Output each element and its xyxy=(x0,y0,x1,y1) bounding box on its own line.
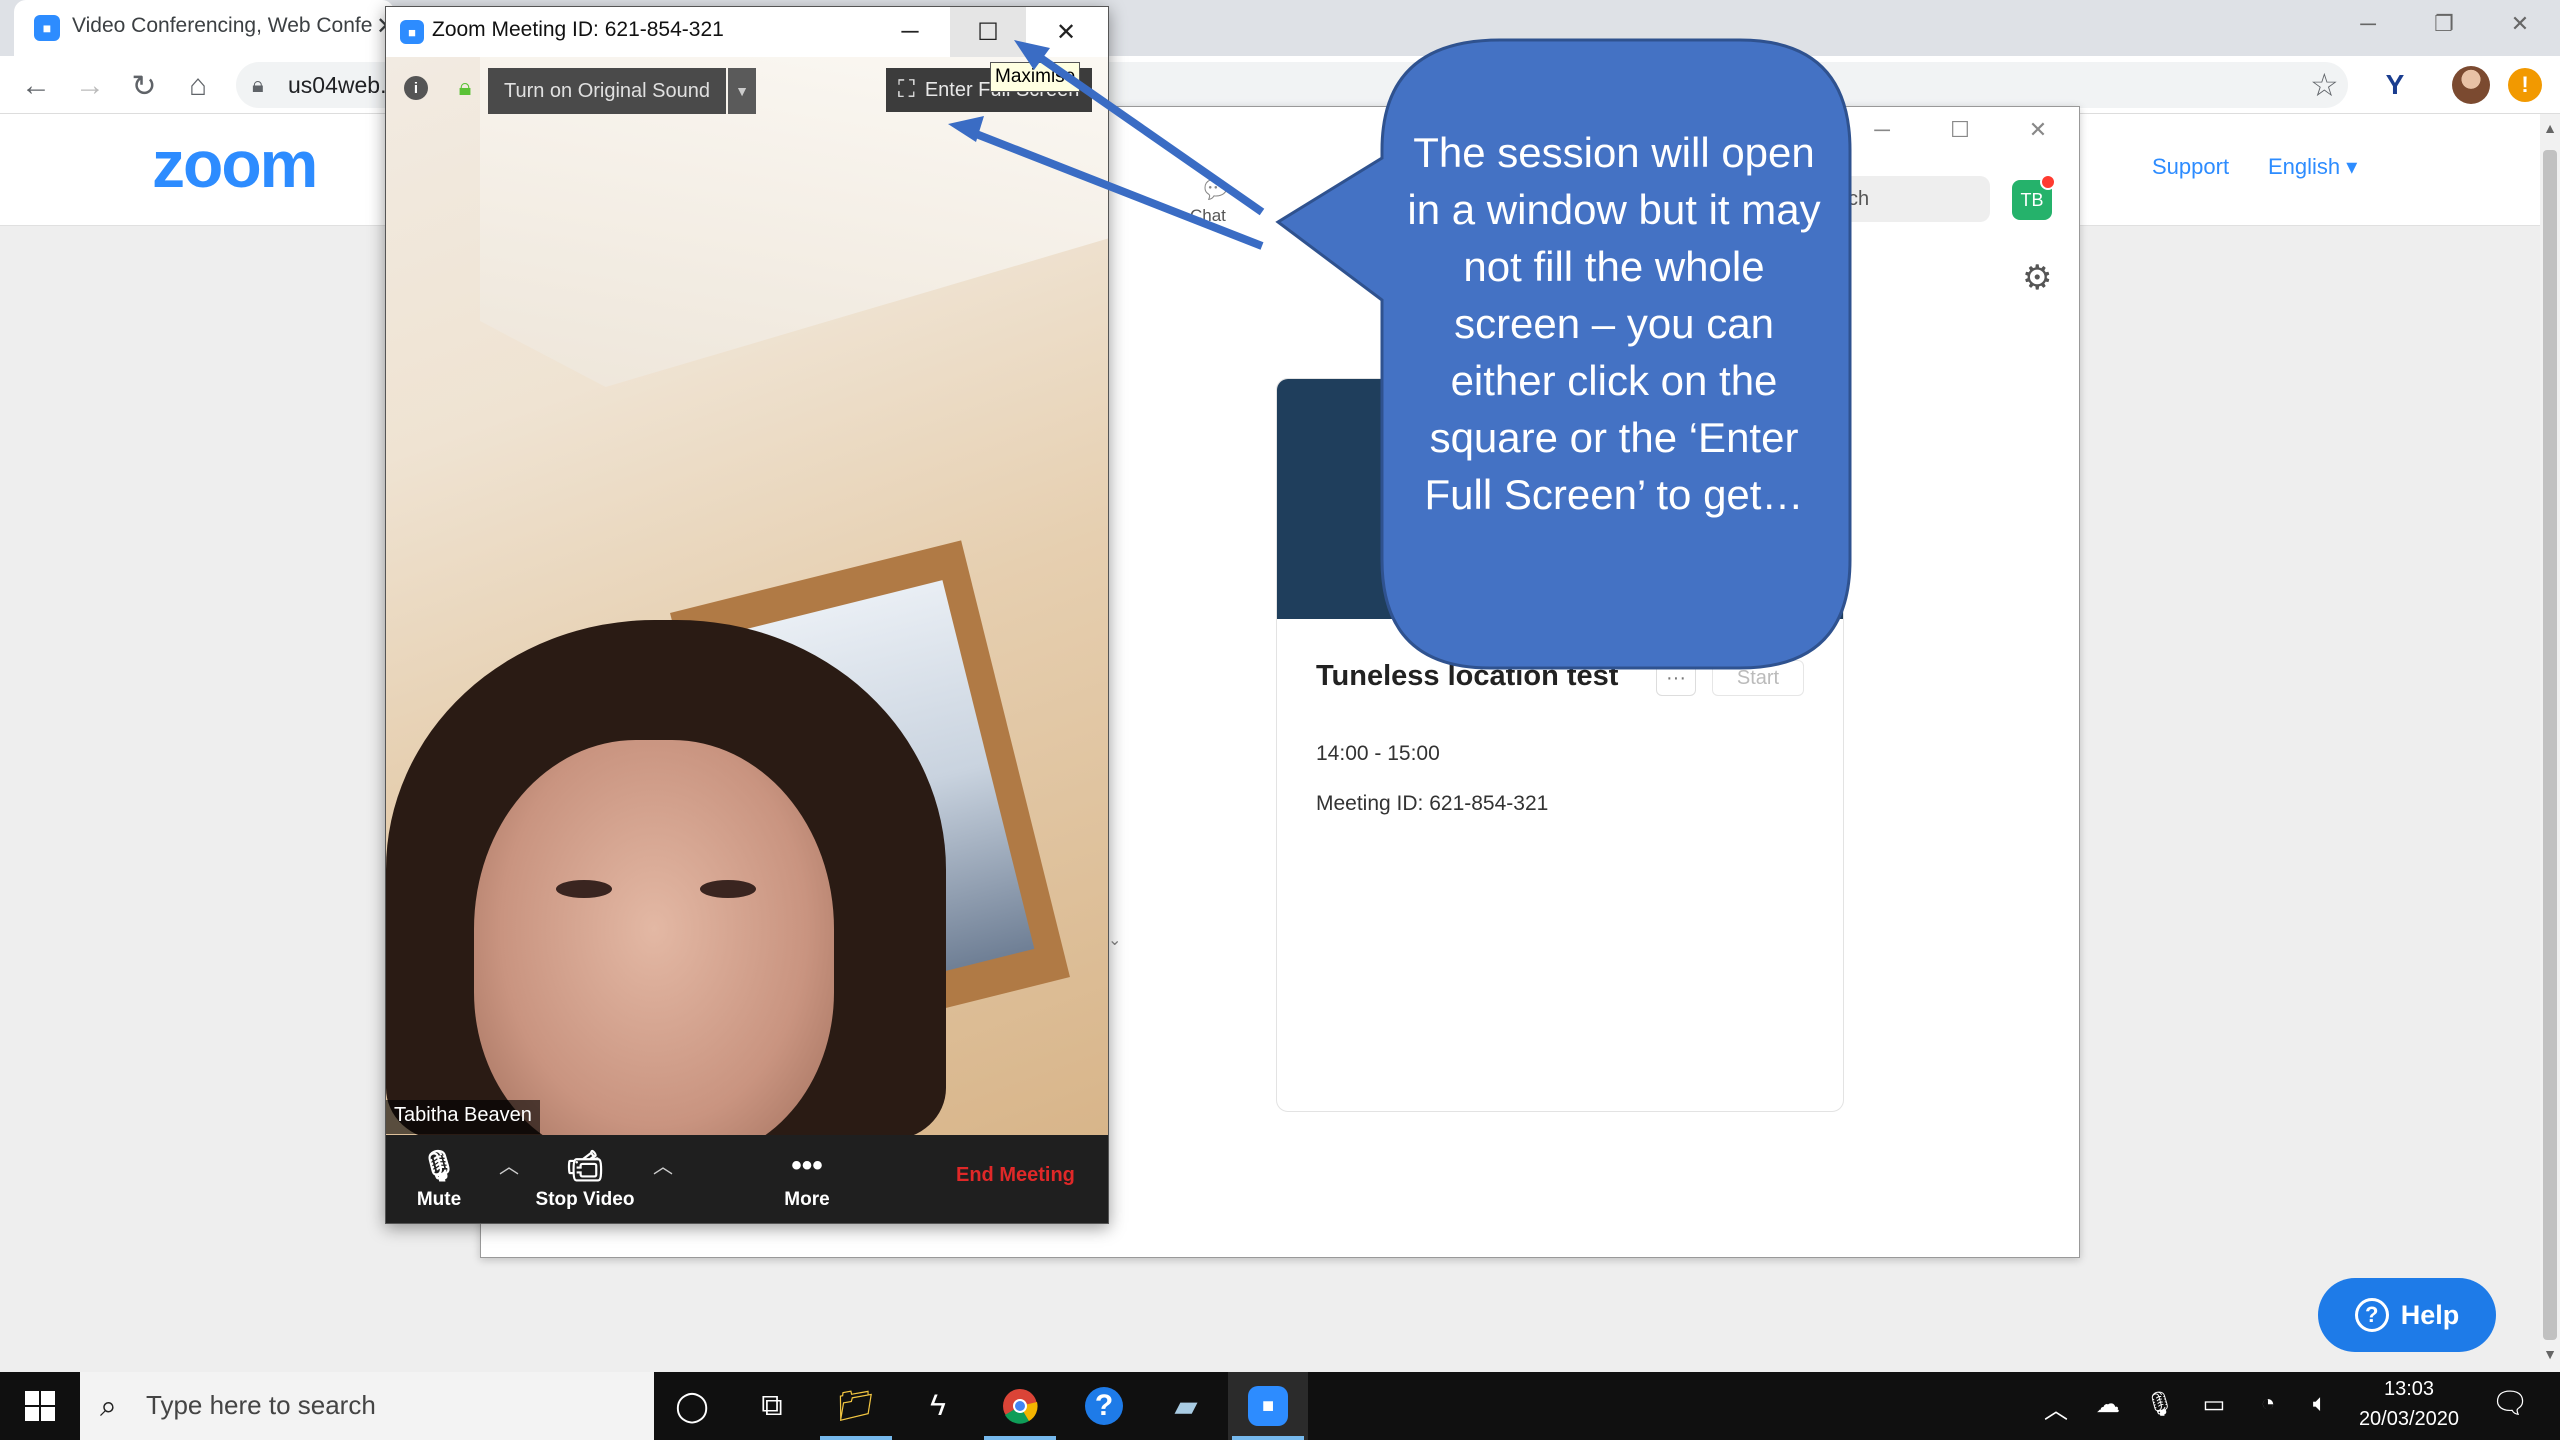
url-text[interactable]: us04web. xyxy=(288,72,386,99)
video-person-eye xyxy=(700,880,756,898)
help-label: Help xyxy=(2400,1299,2460,1330)
home-icon[interactable]: ⌂ xyxy=(176,64,220,108)
client-minimize-button[interactable]: ─ xyxy=(1852,112,1912,148)
browser-tab[interactable]: ■ Video Conferencing, Web Confe ✕ xyxy=(14,0,396,56)
task-view-icon[interactable]: ⧉ xyxy=(732,1372,812,1440)
wifi-icon[interactable]: ◔ xyxy=(2250,1390,2286,1418)
stop-video-button[interactable]: 📹︎ Stop Video xyxy=(530,1140,640,1220)
notification-dot xyxy=(2040,174,2056,190)
chevron-down-icon: ⌄ xyxy=(1108,932,1122,949)
help-button[interactable]: ? Help xyxy=(2318,1278,2496,1352)
file-explorer-icon[interactable]: 📁︎ xyxy=(816,1372,896,1440)
more-button[interactable]: ••• More xyxy=(752,1140,862,1220)
chat-icon[interactable]: 💬︎ xyxy=(1196,174,1236,205)
microphone-icon: 🎙︎ xyxy=(419,1150,459,1183)
taskbar-search-placeholder[interactable]: Type here to search xyxy=(146,1390,376,1421)
browser-close-button[interactable]: ✕ xyxy=(2484,4,2556,44)
client-maximize-button[interactable]: ☐ xyxy=(1930,112,1990,148)
video-person-eye xyxy=(556,880,612,898)
meeting-close-button[interactable]: ✕ xyxy=(1028,7,1104,57)
video-camera-icon: 📹︎ xyxy=(565,1150,605,1183)
original-sound-dropdown[interactable]: ▼ xyxy=(728,68,756,114)
meeting-start-button[interactable]: Start xyxy=(1712,660,1804,696)
mute-label: Mute xyxy=(416,1189,462,1210)
scrollbar-thumb[interactable] xyxy=(2543,150,2557,1340)
help-app-icon[interactable]: ? xyxy=(1064,1372,1144,1440)
battery-icon[interactable]: ▭ xyxy=(2196,1390,2232,1419)
meeting-info-icon[interactable]: i xyxy=(404,76,428,100)
more-label: More xyxy=(784,1189,830,1210)
client-search-text: ch xyxy=(1848,188,1870,210)
meeting-time: 14:00 - 15:00 xyxy=(1316,742,1440,765)
tray-overflow-icon[interactable]: ︿ xyxy=(2038,1390,2074,1425)
volume-icon[interactable]: 🔈︎ xyxy=(2302,1390,2338,1418)
meeting-id: Meeting ID: 621-854-321 xyxy=(1316,792,1549,815)
forward-arrow-icon[interactable]: → xyxy=(68,64,112,108)
zoom-favicon-icon: ■ xyxy=(34,15,60,41)
callout-text: The session will open in a window but it… xyxy=(1407,129,1821,518)
windows-start-button[interactable] xyxy=(0,1372,80,1440)
zoom-logo[interactable]: zoom xyxy=(152,126,318,202)
support-link[interactable]: Support xyxy=(2152,154,2229,180)
extension-icon[interactable]: Y xyxy=(2378,68,2412,102)
question-icon: ? xyxy=(2354,1298,2389,1332)
meeting-title: Tuneless location test xyxy=(1316,660,1619,692)
meeting-minimize-button[interactable]: ─ xyxy=(872,7,948,57)
bookmark-star-icon[interactable]: ☆ xyxy=(2310,66,2339,104)
cortana-icon[interactable]: ◯ xyxy=(652,1372,732,1440)
fullscreen-icon: ⛶ xyxy=(898,76,915,103)
mute-button[interactable]: 🎙︎ Mute xyxy=(384,1140,494,1220)
clock-date[interactable]: 20/03/2020 xyxy=(2354,1408,2464,1431)
app-lightning-icon[interactable]: ϟ xyxy=(898,1372,978,1440)
clock-time[interactable]: 13:03 xyxy=(2364,1378,2454,1401)
windows-logo-icon xyxy=(25,1391,55,1421)
chrome-icon[interactable] xyxy=(980,1372,1060,1440)
meeting-maximize-button[interactable]: ☐ xyxy=(950,7,1026,57)
zoom-taskbar-icon[interactable]: ■ xyxy=(1228,1372,1308,1440)
more-dots-icon: ••• xyxy=(791,1149,823,1182)
video-person-face xyxy=(474,740,834,1160)
back-arrow-icon[interactable]: ← xyxy=(14,64,58,108)
onedrive-icon[interactable]: ☁ xyxy=(2090,1390,2126,1419)
tab-title: Video Conferencing, Web Confe xyxy=(72,14,372,37)
client-close-button[interactable]: ✕ xyxy=(2008,112,2068,148)
scroll-up-arrow-icon[interactable]: ▲ xyxy=(2541,120,2559,136)
audio-options-caret-icon[interactable]: ︿ xyxy=(494,1150,524,1179)
browser-restore-button[interactable]: ❐ xyxy=(2408,4,2480,44)
video-options-caret-icon[interactable]: ︿ xyxy=(648,1150,678,1179)
zoom-app-icon: ■ xyxy=(400,20,424,44)
notification-center-icon[interactable]: 🗨︎ xyxy=(2488,1386,2532,1421)
encryption-lock-icon[interactable]: 🔒︎ xyxy=(454,74,476,102)
profile-avatar[interactable] xyxy=(2452,66,2490,104)
maximise-tooltip: Maximise xyxy=(990,62,1080,92)
notes-app-icon[interactable]: ▰ xyxy=(1146,1372,1226,1440)
end-meeting-button[interactable]: End Meeting xyxy=(956,1164,1075,1187)
stop-video-label: Stop Video xyxy=(535,1189,635,1210)
reload-icon[interactable]: ↻ xyxy=(122,64,166,108)
update-alert-icon[interactable]: ! xyxy=(2508,68,2542,102)
chrome-logo-icon xyxy=(1003,1389,1038,1424)
original-sound-button[interactable]: Turn on Original Sound xyxy=(488,68,726,114)
participant-name-tag: Tabitha Beaven xyxy=(386,1100,540,1134)
scroll-down-arrow-icon[interactable]: ▼ xyxy=(2541,1346,2559,1362)
lock-icon[interactable]: 🔒︎ xyxy=(252,72,264,98)
chat-label[interactable]: Chat xyxy=(1190,206,1226,226)
gear-icon[interactable]: ⚙ xyxy=(2022,258,2052,298)
microphone-tray-icon[interactable]: 🎙︎ xyxy=(2142,1390,2178,1419)
language-dropdown[interactable]: English ▾ xyxy=(2268,154,2357,180)
browser-minimize-button[interactable]: ─ xyxy=(2332,4,2404,44)
search-icon: ⌕ xyxy=(100,1390,117,1423)
meeting-window-title: Zoom Meeting ID: 621-854-321 xyxy=(432,18,724,41)
meeting-more-button[interactable]: ··· xyxy=(1656,660,1696,696)
